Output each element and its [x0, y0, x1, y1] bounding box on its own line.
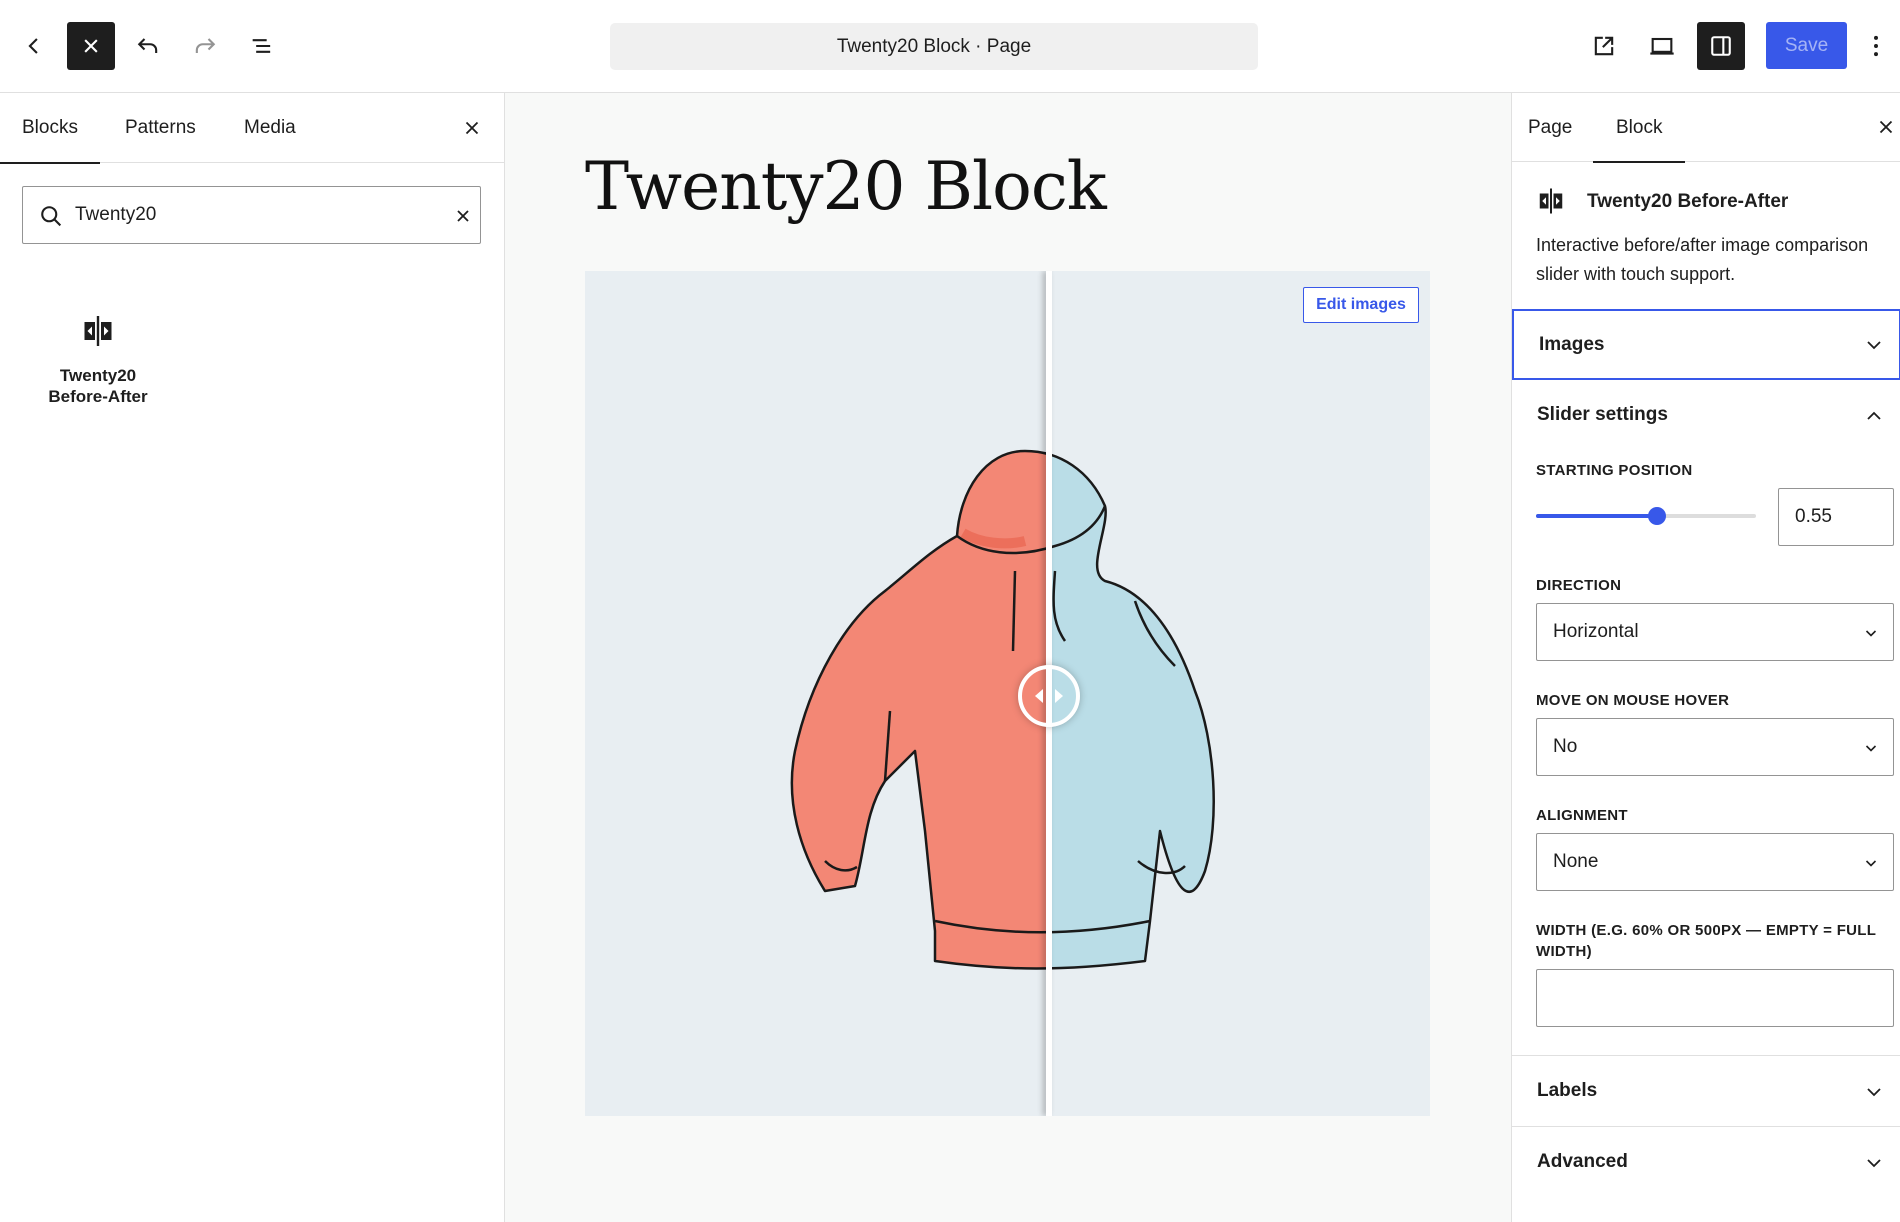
starting-position-slider[interactable]: [1536, 501, 1756, 531]
view-page-icon: [1594, 36, 1614, 56]
editor-canvas: Twenty20 Block Edit images: [505, 93, 1511, 1222]
direction-select[interactable]: Horizontal: [1536, 603, 1894, 661]
tab-blocks[interactable]: Blocks: [0, 93, 100, 164]
list-view-icon: [252, 39, 271, 53]
close-icon: [84, 39, 98, 53]
chevron-down-icon: [1867, 1159, 1881, 1168]
select-value: No: [1553, 736, 1578, 757]
slider-thumb[interactable]: [1648, 507, 1666, 525]
block-result-label: Twenty20 Before-After: [48, 366, 148, 406]
undo-icon: [137, 38, 158, 53]
block-inserter-panel: Blocks Patterns Media Twenty20 Before-Af…: [0, 93, 505, 1222]
page-title[interactable]: Twenty20 Block: [585, 148, 1107, 225]
more-options-icon: [1874, 35, 1878, 57]
alignment-select[interactable]: None: [1536, 833, 1894, 891]
block-card-description: Interactive before/after image compariso…: [1536, 235, 1869, 284]
select-value: Horizontal: [1553, 621, 1639, 642]
chevron-down-icon: [1865, 745, 1877, 752]
chevron-up-icon: [1867, 411, 1881, 420]
save-button[interactable]: Save: [1766, 22, 1847, 69]
panel-labels-header[interactable]: Labels: [1512, 1056, 1900, 1126]
panel-images[interactable]: Images: [1512, 309, 1900, 380]
drag-arrows-icon: [1035, 689, 1063, 703]
editor-header: Twenty20 Block · Page Save: [0, 0, 1900, 93]
clear-search-button[interactable]: [449, 202, 477, 230]
document-title: Twenty20 Block · Page: [836, 35, 1032, 57]
redo-icon: [195, 38, 216, 53]
edit-images-button[interactable]: Edit images: [1303, 287, 1419, 323]
list-view-button[interactable]: [238, 22, 286, 70]
search-input[interactable]: [75, 199, 415, 231]
search-icon: [41, 206, 62, 227]
settings-sidebar: Page Block Twenty20 Before-After Interac…: [1511, 93, 1900, 1222]
settings-sidebar-toggle[interactable]: [1697, 22, 1745, 70]
before-after-icon: [84, 316, 112, 346]
document-title-bar[interactable]: Twenty20 Block · Page: [610, 23, 1258, 70]
close-icon: [1879, 120, 1893, 134]
panel-slider-settings-header[interactable]: Slider settings: [1512, 380, 1900, 450]
close-sidebar-button[interactable]: [1868, 109, 1900, 145]
redo-button[interactable]: [181, 22, 229, 70]
panel-title: Advanced: [1537, 1151, 1628, 1172]
panel-images-header[interactable]: Images: [1514, 311, 1900, 378]
starting-position-input[interactable]: 0.55: [1778, 488, 1894, 546]
panel-slider-settings: Slider settings Starting position 0.55 D…: [1512, 380, 1900, 1050]
close-inserter-button[interactable]: [67, 22, 115, 70]
panel-advanced[interactable]: Advanced: [1512, 1126, 1900, 1222]
tab-page[interactable]: Page: [1528, 93, 1572, 162]
chevron-down-icon: [1867, 341, 1881, 350]
panel-title: Slider settings: [1537, 404, 1668, 425]
block-search: [22, 186, 481, 244]
starting-position-label: Starting position: [1536, 462, 1693, 479]
width-input[interactable]: [1536, 969, 1894, 1027]
block-result-twenty20[interactable]: Twenty20 Before-After: [30, 313, 166, 407]
panel-title: Images: [1539, 333, 1605, 355]
select-value: None: [1553, 851, 1599, 872]
panel-labels[interactable]: Labels: [1512, 1055, 1900, 1126]
close-inserter-button[interactable]: [454, 110, 490, 146]
view-page-button[interactable]: [1580, 22, 1628, 70]
back-icon: [28, 38, 38, 54]
settings-sidebar-icon: [1711, 36, 1731, 56]
device-preview-icon: [1650, 37, 1674, 55]
move-on-hover-label: Move on mouse hover: [1536, 692, 1730, 709]
chevron-down-icon: [1865, 630, 1877, 637]
panel-title: Labels: [1537, 1080, 1598, 1101]
close-icon: [457, 210, 469, 222]
options-button[interactable]: [1858, 22, 1894, 70]
block-card-title: Twenty20 Before-After: [1587, 191, 1789, 212]
direction-label: Direction: [1536, 577, 1622, 594]
inserter-tabs: Blocks Patterns Media: [0, 93, 504, 164]
undo-button[interactable]: [124, 22, 172, 70]
comparison-handle[interactable]: [1018, 665, 1080, 727]
before-after-comparison[interactable]: Edit images: [585, 271, 1430, 1116]
sidebar-tabs: Page Block: [1512, 93, 1900, 163]
chevron-down-icon: [1867, 1088, 1881, 1097]
width-label: Width (e.g. 60% or 500px — empty = full …: [1536, 922, 1876, 960]
tab-patterns[interactable]: Patterns: [125, 93, 196, 163]
device-preview-button[interactable]: [1638, 22, 1686, 70]
alignment-label: Alignment: [1536, 807, 1628, 824]
chevron-down-icon: [1865, 860, 1877, 867]
slider-fill: [1536, 514, 1657, 518]
move-on-hover-select[interactable]: No: [1536, 718, 1894, 776]
tab-media[interactable]: Media: [244, 93, 296, 163]
before-after-icon: [1539, 188, 1563, 214]
hoodie-illustration: [790, 449, 1215, 970]
back-button[interactable]: [10, 22, 58, 70]
close-icon: [465, 121, 479, 135]
tab-block[interactable]: Block: [1592, 93, 1687, 163]
panel-advanced-header[interactable]: Advanced: [1512, 1127, 1900, 1197]
